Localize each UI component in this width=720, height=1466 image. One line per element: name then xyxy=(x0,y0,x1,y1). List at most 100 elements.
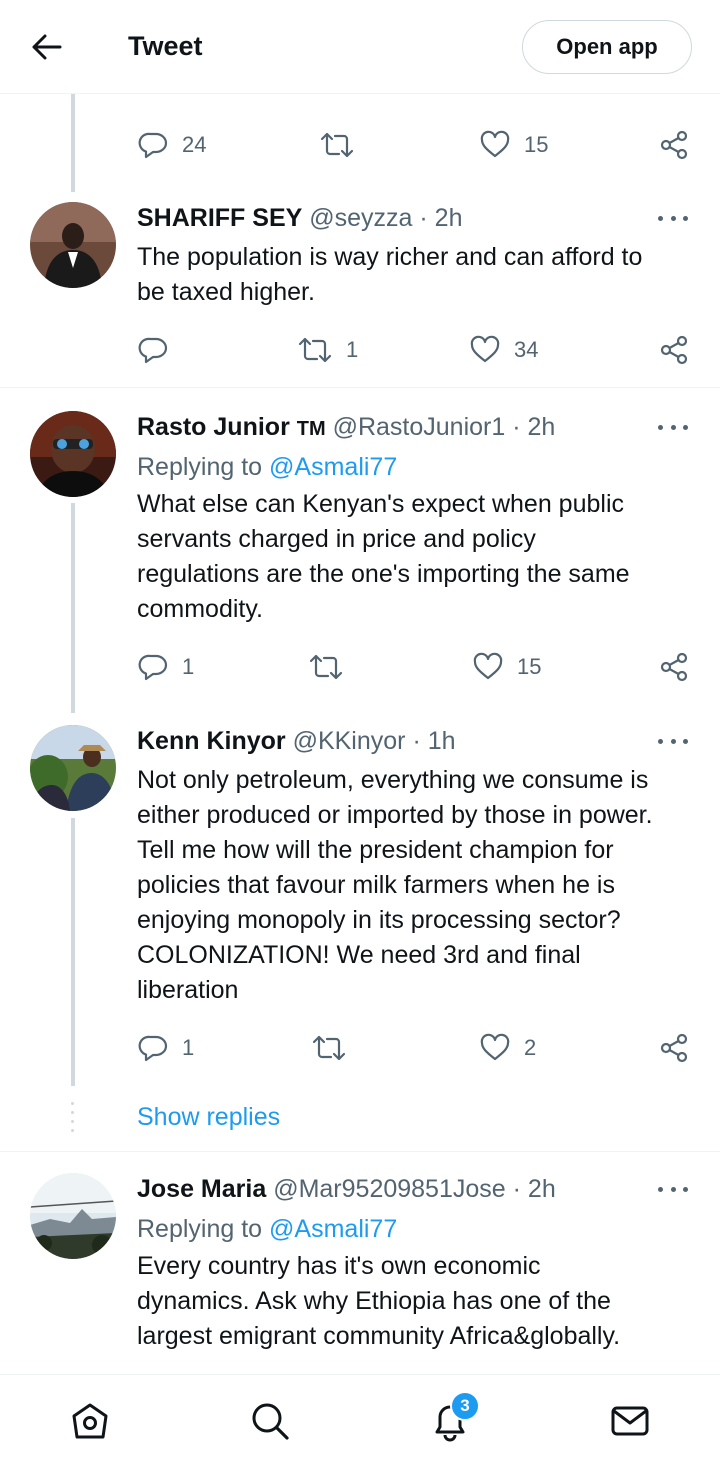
tweet-body: What else can Kenyan's expect when publi… xyxy=(137,487,697,627)
reply-icon xyxy=(138,1035,168,1062)
replying-mention[interactable]: @Asmali77 xyxy=(269,1215,397,1243)
reply-button[interactable]: 24 xyxy=(138,125,206,165)
share-icon xyxy=(660,130,688,160)
tweet-text-line: be taxed higher. xyxy=(137,278,315,306)
tweet-actions: 1 15 xyxy=(0,647,720,687)
tweet-text-line: either produced or imported by those in … xyxy=(137,801,653,829)
replying-label: Replying to xyxy=(137,1215,263,1243)
tweet-header: Jose Maria @Mar95209851Jose · 2h xyxy=(137,1173,556,1205)
messages-mail-icon[interactable] xyxy=(608,1399,652,1443)
home-icon[interactable] xyxy=(68,1399,112,1443)
like-count: 15 xyxy=(517,654,542,679)
retweet-button[interactable] xyxy=(309,647,343,687)
tweet-body: Every country has it's own economic dyna… xyxy=(137,1249,697,1354)
more-options-icon[interactable] xyxy=(658,1179,688,1199)
divider xyxy=(0,1151,720,1152)
tweet-text-line: policies that favour milk farmers when h… xyxy=(137,871,615,899)
top-app-bar: Tweet Open app xyxy=(0,0,720,94)
reply-button[interactable] xyxy=(138,330,168,370)
share-icon xyxy=(660,652,688,682)
reply-count: 1 xyxy=(182,1035,195,1060)
retweet-icon xyxy=(298,337,332,363)
share-icon xyxy=(660,1033,688,1063)
reply-button[interactable]: 1 xyxy=(138,647,194,687)
tweet-time: · 1h xyxy=(412,727,456,755)
tweet-header: SHARIFF SEY @seyzza · 2h xyxy=(137,202,462,234)
share-button[interactable] xyxy=(659,125,689,165)
tweet-text-line: COLONIZATION! We need 3rd and final xyxy=(137,941,581,969)
tweet-time: · 2h xyxy=(512,1175,556,1203)
retweet-icon xyxy=(320,132,354,158)
retweet-button[interactable] xyxy=(312,1028,346,1068)
back-arrow-icon[interactable] xyxy=(28,28,66,66)
reply-count: 24 xyxy=(182,132,207,157)
retweet-icon xyxy=(312,1035,346,1061)
author-handle[interactable]: @seyzza xyxy=(309,204,412,232)
avatar[interactable] xyxy=(30,202,116,288)
reply-icon xyxy=(138,337,168,364)
like-button[interactable]: 2 xyxy=(480,1028,536,1068)
heart-icon xyxy=(480,1033,510,1061)
avatar[interactable] xyxy=(30,411,116,497)
reply-count: 1 xyxy=(182,654,195,679)
replying-to: Replying to @Asmali77 xyxy=(137,451,397,483)
retweet-icon xyxy=(309,654,343,680)
tweet-text-line: regulations are the one's importing the … xyxy=(137,560,630,588)
like-count: 34 xyxy=(514,337,539,362)
retweet-button[interactable] xyxy=(320,125,354,165)
tweet-actions: 1 2 xyxy=(0,1028,720,1068)
tweet-body: The population is way richer and can aff… xyxy=(137,240,697,310)
retweet-button[interactable]: 1 xyxy=(298,330,358,370)
more-options-icon[interactable] xyxy=(658,208,688,228)
tweet-text-line: Not only petroleum, everything we consum… xyxy=(137,766,649,794)
search-icon[interactable] xyxy=(248,1399,292,1443)
tweet-text-line: servants charged in price and policy xyxy=(137,525,536,553)
tweet-text-line: The population is way richer and can aff… xyxy=(137,243,643,271)
tweet-actions: 1 34 xyxy=(0,330,720,370)
avatar[interactable] xyxy=(30,725,116,811)
more-options-icon[interactable] xyxy=(658,731,688,751)
author-handle[interactable]: @KKinyor xyxy=(293,727,406,755)
previous-tweet-actions: 24 15 xyxy=(0,125,720,165)
replying-label: Replying to xyxy=(137,453,263,481)
tweet-text-line: What else can Kenyan's expect when publi… xyxy=(137,490,624,518)
share-button[interactable] xyxy=(659,647,689,687)
reply-icon xyxy=(138,654,168,681)
author-handle[interactable]: @RastoJunior1 xyxy=(333,413,506,441)
tweet-time: · 2h xyxy=(419,204,463,232)
share-button[interactable] xyxy=(659,330,689,370)
more-options-icon[interactable] xyxy=(658,417,688,437)
author-name[interactable]: Rasto Junior xyxy=(137,413,290,441)
heart-icon xyxy=(470,335,500,363)
author-badge: TM xyxy=(296,418,326,440)
notifications-badge: 3 xyxy=(450,1391,480,1421)
tweet-time: · 2h xyxy=(512,413,556,441)
show-replies-link[interactable]: Show replies xyxy=(137,1101,280,1133)
tweet-body: Not only petroleum, everything we consum… xyxy=(137,763,697,1008)
tweet-text-line: commodity. xyxy=(137,595,263,623)
replying-mention[interactable]: @Asmali77 xyxy=(269,453,397,481)
like-button[interactable]: 15 xyxy=(480,125,548,165)
like-count: 2 xyxy=(524,1035,537,1060)
reply-button[interactable]: 1 xyxy=(138,1028,194,1068)
reply-icon xyxy=(138,132,168,159)
like-count: 15 xyxy=(524,132,549,157)
bottom-navigation: 3 xyxy=(0,1374,720,1466)
share-icon xyxy=(660,335,688,365)
author-name[interactable]: Kenn Kinyor xyxy=(137,727,286,755)
share-button[interactable] xyxy=(659,1028,689,1068)
divider xyxy=(0,387,720,388)
heart-icon xyxy=(473,652,503,680)
thread-dots xyxy=(71,1102,75,1132)
open-app-button[interactable]: Open app xyxy=(522,20,692,74)
retweet-count: 1 xyxy=(346,337,359,362)
author-name[interactable]: SHARIFF SEY xyxy=(137,204,302,232)
like-button[interactable]: 34 xyxy=(470,330,538,370)
author-handle[interactable]: @Mar95209851Jose xyxy=(273,1175,505,1203)
author-name[interactable]: Jose Maria xyxy=(137,1175,266,1203)
heart-icon xyxy=(480,130,510,158)
tweet-text-line: liberation xyxy=(137,976,239,1004)
avatar[interactable] xyxy=(30,1173,116,1259)
like-button[interactable]: 15 xyxy=(473,647,541,687)
tweet-text-line: largest emigrant community Africa&global… xyxy=(137,1322,621,1350)
